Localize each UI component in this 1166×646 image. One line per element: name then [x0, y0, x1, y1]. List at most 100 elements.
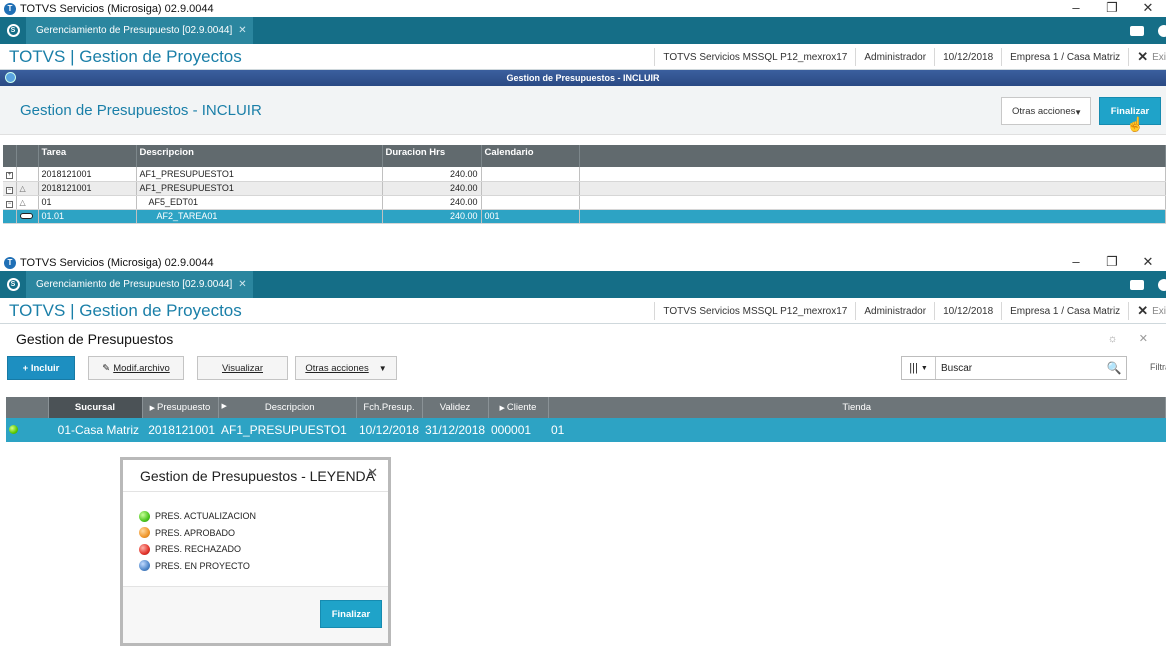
- collapse-icon[interactable]: −: [6, 186, 13, 194]
- grid-col-status: [6, 397, 49, 418]
- user-icon[interactable]: [1158, 278, 1166, 291]
- cell-descripcion: AF1_PRESUPUESTO1: [136, 167, 383, 182]
- filtrar-link[interactable]: Filtra: [1150, 362, 1166, 372]
- grid-col-descripcion[interactable]: Descripcion: [136, 145, 383, 167]
- sort-icon: ▶: [499, 405, 507, 412]
- grid-col-sucursal[interactable]: Sucursal: [48, 397, 143, 418]
- totvs-logo-icon: T: [4, 256, 16, 269]
- table-row-selected[interactable]: 01.01 AF2_TAREA01 240.00 001: [3, 209, 1166, 224]
- exit-icon: ✕: [1137, 303, 1149, 318]
- cell-descripcion: AF1_PRESUPUESTO1: [218, 418, 356, 442]
- dialog-header: Gestion de Presupuestos - INCLUIR Otras …: [0, 86, 1166, 135]
- user-icon[interactable]: [1158, 24, 1166, 37]
- grid-col-cliente-label: Cliente: [506, 402, 537, 413]
- exit-label: Exi: [1152, 51, 1166, 63]
- cell-tarea: 01: [38, 195, 137, 210]
- close-icon[interactable]: ✕: [1130, 0, 1166, 15]
- close-icon[interactable]: ✕: [1130, 254, 1166, 269]
- otras-acciones-button[interactable]: Otras acciones ▼: [295, 356, 397, 380]
- tab-label: Gerenciamiento de Presupuesto [02.9.0044…: [36, 279, 233, 290]
- red-status-icon: [139, 543, 150, 555]
- pencil-icon: ✎: [102, 362, 111, 374]
- search-icon[interactable]: 🔍: [1102, 361, 1126, 375]
- totvs-logo-icon: T: [4, 2, 16, 15]
- app-title: TOTVS | Gestion de Proyectos: [9, 46, 242, 66]
- dialog-titlebar: Gestion de Presupuestos - INCLUIR: [0, 70, 1166, 86]
- legend-item: PRES. RECHAZADO: [139, 541, 388, 558]
- columns-selector-icon[interactable]: ||| ▼: [902, 357, 936, 379]
- tab-gerenciamiento[interactable]: Gerenciamiento de Presupuesto [02.9.0044…: [26, 271, 253, 298]
- grid-col-calendario[interactable]: Calendario: [481, 145, 580, 167]
- exit-button[interactable]: ✕ Exi: [1128, 48, 1166, 66]
- cell-tarea: 2018121001: [38, 181, 137, 196]
- hand-cursor-icon: ☝: [1126, 116, 1144, 132]
- cell-duracion: 240.00: [382, 181, 482, 196]
- minimize-icon[interactable]: –: [1058, 0, 1094, 15]
- mail-icon[interactable]: [1130, 279, 1144, 290]
- header-environment: TOTVS Servicios MSSQL P12_mexrox17: [654, 302, 855, 320]
- grid-col-cliente[interactable]: ▶ Cliente: [488, 397, 549, 418]
- settings-icon[interactable]: ☼: [1108, 333, 1118, 345]
- dialog-logo-icon: [5, 72, 16, 83]
- grid-col-validez[interactable]: Validez: [422, 397, 489, 418]
- legend-item: PRES. EN PROYECTO: [139, 558, 388, 575]
- cell-calendario: [481, 167, 580, 182]
- menu-icon[interactable]: S: [0, 17, 26, 44]
- app-header: TOTVS | Gestion de Proyectos TOTVS Servi…: [0, 298, 1166, 324]
- restore-icon[interactable]: ❐: [1094, 0, 1130, 15]
- cell-presupuesto: 2018121001: [142, 418, 218, 442]
- folder-icon: △: [19, 198, 26, 207]
- header-user: Administrador: [855, 48, 934, 66]
- page-title: Gestion de Presupuestos: [16, 331, 174, 347]
- green-status-icon: [139, 510, 150, 522]
- dialog-title: Gestion de Presupuestos - INCLUIR: [20, 101, 262, 119]
- table-row-selected[interactable]: 01-Casa Matriz 2018121001 AF1_PRESUPUEST…: [6, 418, 1166, 442]
- tab-close-icon[interactable]: ✕: [238, 25, 246, 36]
- cell-descripcion: AF5_EDT01: [136, 195, 383, 210]
- grid-col-tarea[interactable]: Tarea: [38, 145, 137, 167]
- header-date: 10/12/2018: [934, 48, 1001, 66]
- legend-item-label: PRES. EN PROYECTO: [155, 560, 250, 571]
- incluir-button[interactable]: + Incluir: [7, 356, 75, 380]
- app-title: TOTVS | Gestion de Proyectos: [9, 300, 242, 320]
- search-box[interactable]: ||| ▼ Buscar 🔍: [901, 356, 1127, 380]
- tab-bar: S Gerenciamiento de Presupuesto [02.9.00…: [0, 271, 1166, 298]
- cell-calendario: [481, 195, 580, 210]
- modif-archivo-label: Modif.archivo: [113, 362, 170, 374]
- cell-duracion: 240.00: [382, 195, 482, 210]
- legend-item-label: PRES. ACTUALIZACION: [155, 511, 257, 522]
- otras-acciones-button[interactable]: Otras acciones ▼: [1001, 97, 1091, 125]
- grid-col-duracion[interactable]: Duracion Hrs: [382, 145, 482, 167]
- grid-col-fecha[interactable]: Fch.Presup.: [356, 397, 423, 418]
- grid-col-descripcion[interactable]: ▶ Descripcion: [218, 397, 357, 418]
- table-row[interactable]: + 2018121001 AF1_PRESUPUESTO1 240.00: [3, 167, 1166, 182]
- collapse-icon[interactable]: −: [6, 200, 13, 208]
- grid-col-presupuesto[interactable]: ▶ Presupuesto: [142, 397, 219, 418]
- modif-archivo-button[interactable]: ✎ Modif.archivo: [88, 356, 184, 380]
- table-row[interactable]: − △ 2018121001 AF1_PRESUPUESTO1 240.00: [3, 181, 1166, 196]
- restore-icon[interactable]: ❐: [1094, 254, 1130, 269]
- cell-tienda: 01: [548, 418, 1166, 442]
- table-row[interactable]: − △ 01 AF5_EDT01 240.00: [3, 195, 1166, 210]
- mail-icon[interactable]: [1130, 25, 1144, 36]
- legend-header: Gestion de Presupuestos - LEYENDA ✕: [123, 460, 388, 492]
- exit-button[interactable]: ✕ Exi: [1128, 302, 1166, 320]
- legend-finalizar-button[interactable]: Finalizar: [320, 600, 382, 628]
- tab-close-icon[interactable]: ✕: [238, 279, 246, 290]
- header-company: Empresa 1 / Casa Matriz: [1001, 48, 1128, 66]
- minimize-icon[interactable]: –: [1058, 254, 1094, 269]
- visualizar-button[interactable]: Visualizar: [197, 356, 288, 380]
- blue-status-icon: [139, 560, 150, 572]
- grid-col-tienda[interactable]: Tienda: [548, 397, 1166, 418]
- search-input[interactable]: Buscar: [936, 363, 1102, 374]
- close-browse-icon[interactable]: ✕: [1139, 333, 1148, 345]
- header-company: Empresa 1 / Casa Matriz: [1001, 302, 1128, 320]
- legend-close-icon[interactable]: ✕: [367, 465, 378, 481]
- tab-gerenciamiento[interactable]: Gerenciamiento de Presupuesto [02.9.0044…: [26, 17, 253, 44]
- menu-icon[interactable]: S: [0, 271, 26, 298]
- cell-tarea: 2018121001: [38, 167, 137, 182]
- sort-icon: ▶: [149, 405, 157, 412]
- top-window: T TOTVS Servicios (Microsiga) 02.9.0044 …: [0, 0, 1166, 236]
- window-titlebar: T TOTVS Servicios (Microsiga) 02.9.0044 …: [0, 0, 1166, 17]
- expand-icon[interactable]: +: [6, 172, 13, 180]
